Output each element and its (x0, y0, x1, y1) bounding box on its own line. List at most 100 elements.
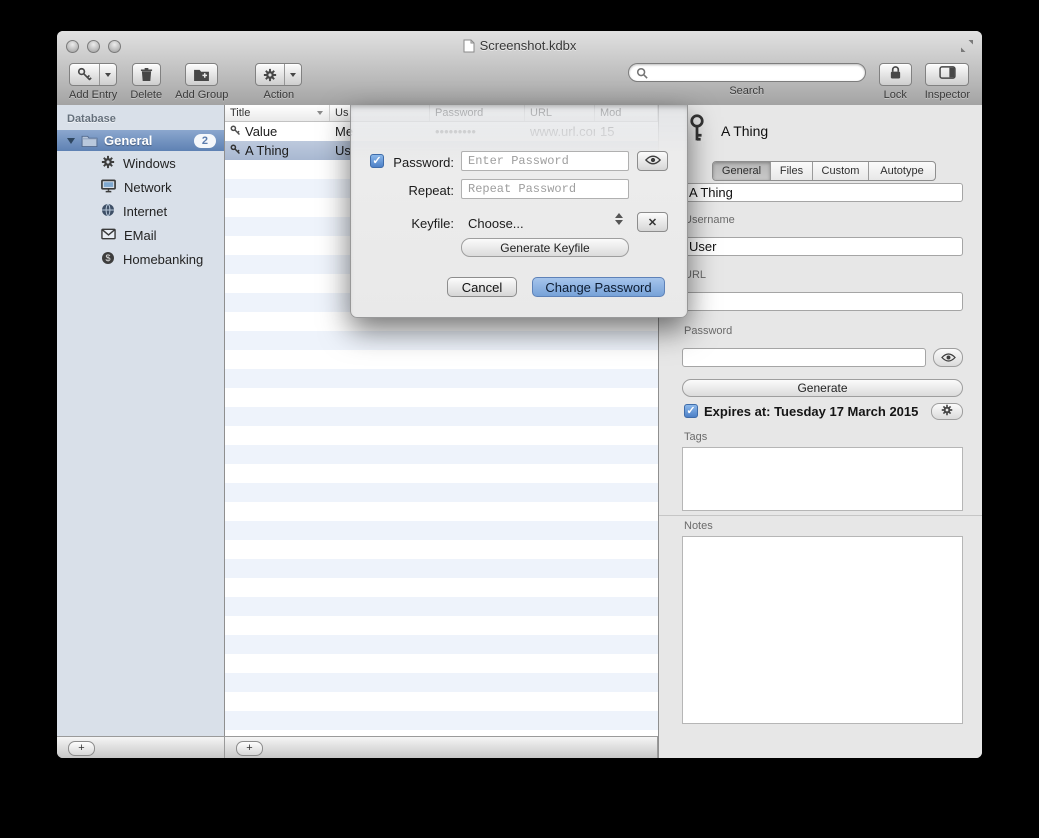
sidebar-item-label: Windows (123, 156, 176, 171)
search-input[interactable] (652, 65, 858, 81)
sidebar-item-homebanking[interactable]: $ Homebanking (57, 247, 224, 271)
column-header-title[interactable]: Title (225, 105, 330, 121)
delete-button[interactable]: Delete (130, 63, 162, 101)
list-row-empty[interactable] (225, 369, 658, 388)
sidebar: Database General 2 Windows Network Inter… (57, 105, 225, 736)
sidebar-item-label: Homebanking (123, 252, 203, 267)
list-row-empty[interactable] (225, 692, 658, 711)
username-field[interactable] (682, 237, 963, 256)
list-bottom-bar: + (225, 736, 658, 758)
key-icon (230, 124, 241, 139)
list-row-empty[interactable] (225, 635, 658, 654)
action-button[interactable]: Action (255, 63, 302, 101)
window-header: Screenshot.kdbx Add Entry Delete (57, 31, 982, 106)
list-row-empty[interactable] (225, 578, 658, 597)
search-field[interactable] (628, 63, 866, 82)
list-row-empty[interactable] (225, 521, 658, 540)
gear-icon (941, 404, 953, 419)
password-checkbox[interactable]: ✓ (370, 154, 384, 168)
sidebar-item-windows[interactable]: Windows (57, 151, 224, 175)
list-row-empty[interactable] (225, 331, 658, 350)
tab-general[interactable]: General (713, 162, 771, 180)
inspector-divider (659, 515, 982, 516)
globe-icon (101, 203, 115, 220)
tab-autotype[interactable]: Autotype (869, 162, 935, 180)
tab-custom[interactable]: Custom (813, 162, 869, 180)
fullscreen-icon[interactable] (960, 39, 974, 53)
list-row-empty[interactable] (225, 464, 658, 483)
show-password-button[interactable] (637, 151, 668, 171)
list-row-empty[interactable] (225, 388, 658, 407)
notes-label: Notes (684, 520, 713, 532)
key-icon (689, 114, 705, 147)
list-row-empty[interactable] (225, 426, 658, 445)
change-password-button[interactable]: Change Password (532, 277, 665, 297)
expires-settings-button[interactable] (931, 403, 963, 420)
title-field[interactable] (682, 183, 963, 202)
inspector-button[interactable]: Inspector (925, 63, 970, 101)
list-row-empty[interactable] (225, 673, 658, 692)
list-row-empty[interactable] (225, 616, 658, 635)
folder-plus-icon (186, 64, 217, 85)
eye-icon (645, 155, 661, 168)
username-label: Username (684, 214, 735, 226)
keyfile-popup[interactable]: Choose... (468, 216, 524, 231)
sheet-repeat-input[interactable] (461, 179, 629, 199)
entry-title: Value (245, 124, 277, 139)
clear-keyfile-button[interactable]: ✕ (637, 212, 668, 232)
list-row-empty[interactable] (225, 559, 658, 578)
chevron-down-icon[interactable] (99, 64, 116, 85)
show-password-button[interactable] (933, 348, 963, 367)
entry-title: A Thing (245, 143, 289, 158)
cancel-button[interactable]: Cancel (447, 277, 517, 297)
list-row-empty[interactable] (225, 445, 658, 464)
sidebar-item-internet[interactable]: Internet (57, 199, 224, 223)
inspector-panel: A Thing General Files Custom Autotype Us… (658, 105, 982, 758)
sidebar-item-network[interactable]: Network (57, 175, 224, 199)
tab-files[interactable]: Files (771, 162, 813, 180)
sidebar-item-email[interactable]: EMail (57, 223, 224, 247)
add-group-plus-button[interactable]: + (68, 741, 95, 756)
sidebar-group-general[interactable]: General 2 (57, 130, 224, 151)
add-entry-button[interactable]: Add Entry (69, 63, 117, 101)
list-row-empty[interactable] (225, 654, 658, 673)
expires-checkbox[interactable]: ✓ (684, 404, 698, 418)
delete-label: Delete (130, 89, 162, 101)
chevron-down-icon[interactable] (284, 64, 301, 85)
sheet-password-label: Password: (384, 155, 454, 170)
trash-icon (133, 64, 160, 85)
add-group-button[interactable]: Add Group (175, 63, 228, 101)
svg-text:$: $ (105, 253, 110, 263)
generate-password-button[interactable]: Generate (682, 379, 963, 397)
bank-icon: $ (101, 251, 115, 268)
add-entry-plus-button[interactable]: + (236, 741, 263, 756)
window-title: Screenshot.kdbx (57, 38, 982, 53)
disclosure-triangle-icon[interactable] (67, 138, 75, 144)
list-row-empty[interactable] (225, 407, 658, 426)
lock-button[interactable]: Lock (879, 63, 912, 101)
notes-field[interactable] (682, 536, 963, 724)
inspector-entry-title: A Thing (721, 123, 768, 139)
sheet-password-input[interactable] (461, 151, 629, 171)
display-icon (101, 179, 116, 196)
list-row-empty[interactable] (225, 483, 658, 502)
sidebar-item-label: Internet (123, 204, 167, 219)
tags-field[interactable] (682, 447, 963, 511)
url-field[interactable] (682, 292, 963, 311)
toolbar: Add Entry Delete Add Group Action (57, 60, 982, 105)
inspector-label: Inspector (925, 89, 970, 101)
sidebar-section-header: Database (67, 113, 224, 125)
expires-label: Expires at: Tuesday 17 March 2015 (704, 404, 918, 419)
generate-keyfile-button[interactable]: Generate Keyfile (461, 238, 629, 257)
eye-icon (941, 351, 956, 365)
list-row-empty[interactable] (225, 350, 658, 369)
stepper-arrows-icon[interactable] (615, 213, 623, 225)
list-row-empty[interactable] (225, 502, 658, 521)
sidebar-item-label: Network (124, 180, 172, 195)
list-row-empty[interactable] (225, 711, 658, 730)
folder-icon (81, 134, 98, 147)
password-field[interactable] (682, 348, 926, 367)
gear-icon (256, 64, 284, 85)
list-row-empty[interactable] (225, 540, 658, 559)
list-row-empty[interactable] (225, 597, 658, 616)
